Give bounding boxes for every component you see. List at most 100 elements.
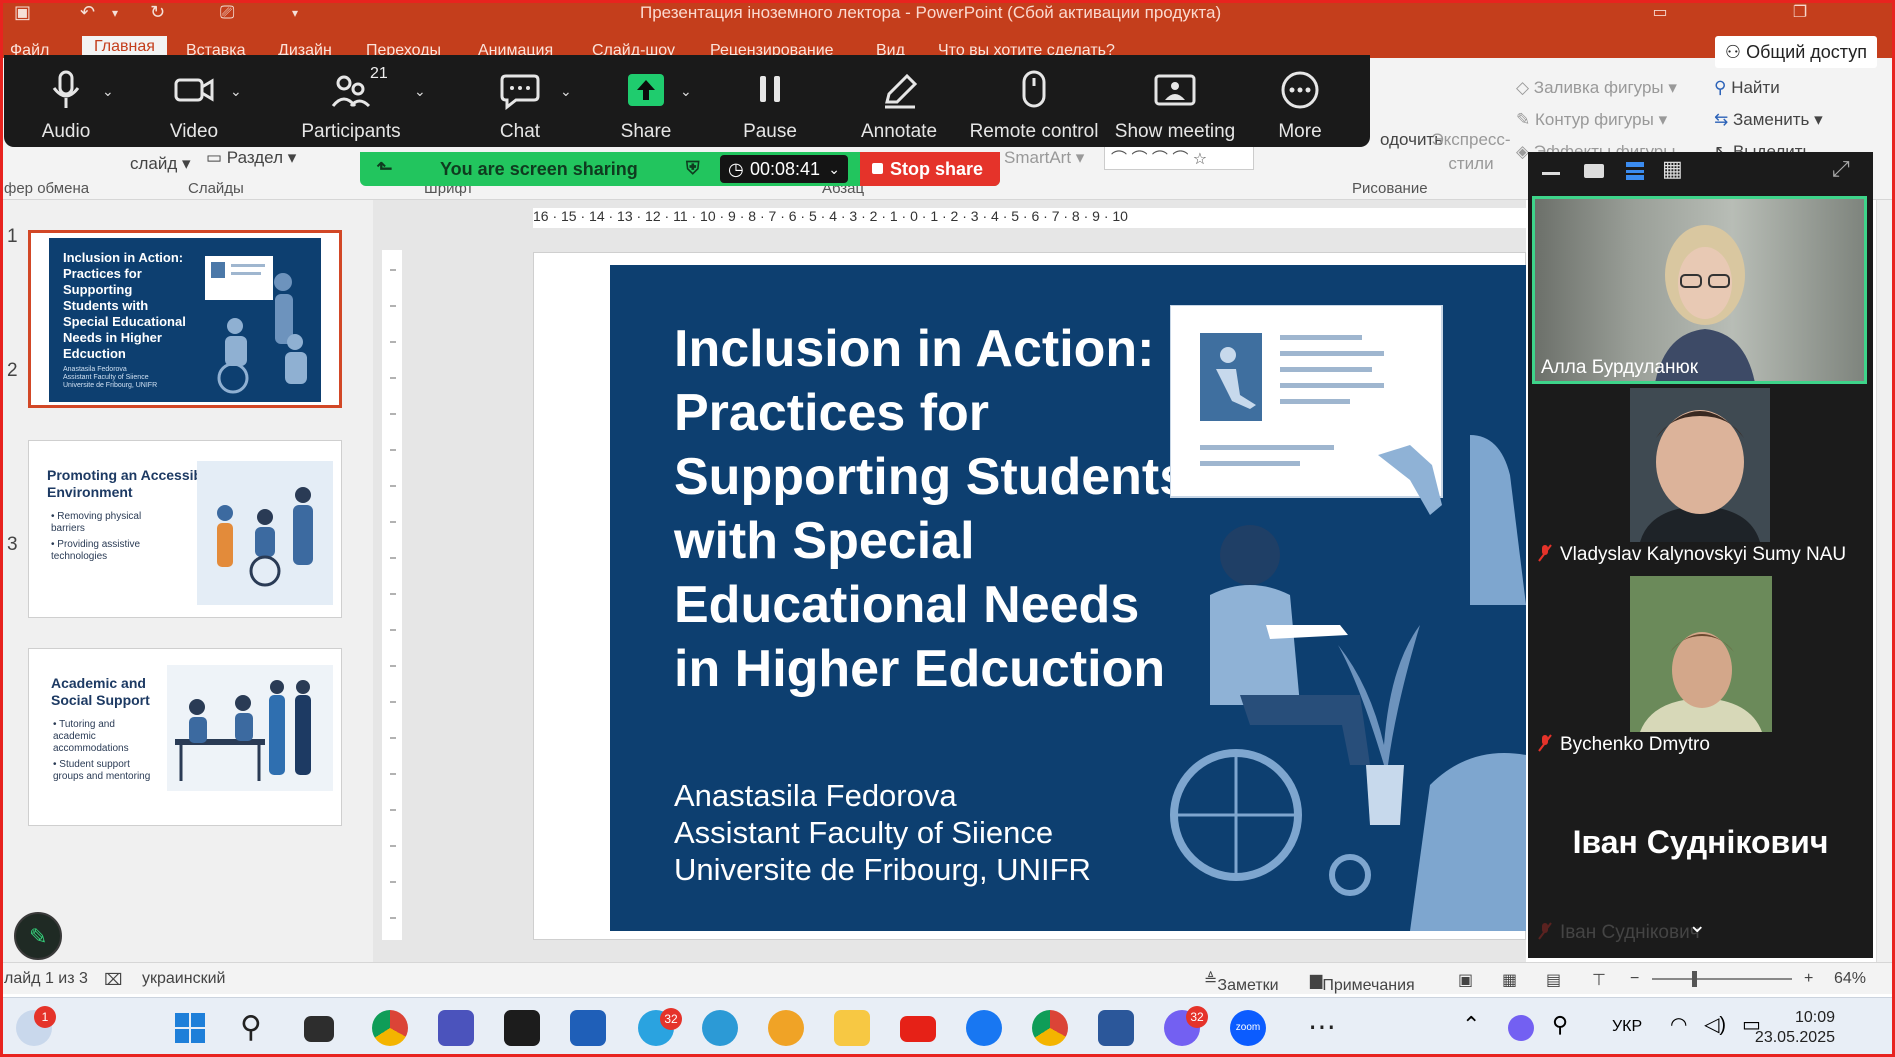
share-options-caret[interactable]: ⌄ — [680, 83, 692, 100]
save-icon[interactable]: ▣ — [14, 2, 31, 23]
shape-outline-button[interactable]: ✎ Контур фигуры ▾ — [1516, 110, 1667, 130]
sharing-status-text: You are screen sharing — [440, 159, 638, 179]
replace-button[interactable]: ⇆ Заменить ▾ — [1714, 110, 1823, 130]
slide-sorter-icon[interactable]: ▦ — [1502, 970, 1517, 990]
system-clock[interactable]: 10:09 23.05.2025 — [1755, 1008, 1835, 1048]
participant-tile[interactable] — [1630, 388, 1770, 542]
comments-button[interactable]: ▆ Примечания — [1310, 970, 1415, 994]
scroll-down-icon[interactable]: ⌄ — [1688, 912, 1706, 938]
file-explorer-icon[interactable] — [834, 1010, 870, 1046]
drag-handle-icon[interactable]: ⬑ — [376, 156, 393, 181]
language-indicator[interactable]: украинский — [142, 970, 225, 988]
pencil-icon — [885, 73, 918, 109]
more-apps-icon[interactable]: ⋯ — [1304, 1010, 1340, 1046]
wifi-icon[interactable]: ◠ — [1670, 1012, 1687, 1037]
undo-icon[interactable]: ↶ — [80, 2, 95, 23]
shape-fill-button[interactable]: ◇ Заливка фигуры ▾ — [1516, 78, 1677, 98]
pause-share-button[interactable]: Pause — [720, 55, 820, 147]
customize-toolbar-icon[interactable]: ▾ — [292, 6, 298, 20]
audio-options-caret[interactable]: ⌄ — [102, 83, 114, 100]
annotate-button[interactable]: Annotate — [844, 55, 954, 147]
start-button[interactable] — [172, 1010, 208, 1046]
task-view-icon[interactable] — [304, 1016, 334, 1042]
participants-options-caret[interactable]: ⌄ — [414, 83, 426, 100]
participant-video-person — [1630, 388, 1770, 542]
share-arrow-icon — [624, 70, 668, 110]
normal-view-icon[interactable]: ▣ — [1458, 970, 1473, 990]
slide-author-block[interactable]: Anastasila Fedorova Assistant Faculty of… — [674, 777, 1091, 888]
video-options-caret[interactable]: ⌄ — [230, 83, 242, 100]
word-icon[interactable] — [1098, 1010, 1134, 1046]
search-icon[interactable]: ⚲ — [240, 1010, 276, 1046]
chat-options-caret[interactable]: ⌄ — [560, 83, 572, 100]
person-add-icon: ⚇ — [1724, 42, 1747, 62]
stop-share-button[interactable]: Stop share — [860, 152, 1000, 186]
slide-title[interactable]: Inclusion in Action: Practices for Suppo… — [674, 317, 1194, 701]
slide-thumbnail-3[interactable]: Academic and Social Support • Tutoring a… — [28, 648, 342, 826]
participants-button[interactable]: 21 ⌄ Participants — [286, 55, 425, 147]
audio-button[interactable]: ⌄ Audio — [16, 55, 116, 147]
zoom-out-icon[interactable]: − — [1630, 970, 1639, 988]
expand-panel-icon[interactable]: ⤢ — [1832, 156, 1850, 182]
spellcheck-icon[interactable]: ⌧ — [104, 970, 122, 990]
new-slide-button[interactable]: слайд ▾ — [130, 154, 191, 174]
zoom-slider-thumb[interactable] — [1692, 971, 1697, 987]
slideshow-view-icon[interactable]: ⊤ — [1592, 970, 1606, 990]
present-icon[interactable]: ⎚ — [220, 2, 234, 23]
share-timer[interactable]: ◷ 00:08:41 ⌄ — [720, 155, 848, 183]
zoom-in-icon[interactable]: + — [1804, 970, 1813, 988]
undo-dropdown-icon[interactable]: ▾ — [112, 6, 118, 20]
timer-dropdown-icon[interactable]: ⌄ — [828, 155, 840, 183]
maximize-icon[interactable]: ❐ — [1770, 0, 1830, 28]
chrome-icon[interactable] — [372, 1010, 408, 1046]
participant-tile-active-speaker[interactable]: Алла Бурдуланюк — [1532, 196, 1867, 384]
shapes-gallery[interactable]: ⌒ ⌒ ⌒ ⌒ ☆ — [1104, 144, 1254, 170]
vpn-icon[interactable] — [768, 1010, 804, 1046]
chrome-profile-icon[interactable] — [1032, 1010, 1068, 1046]
zoom-slider[interactable] — [1652, 978, 1792, 980]
redo-icon[interactable]: ↻ — [150, 2, 165, 23]
mic-tray-icon[interactable]: ⚲ — [1552, 1012, 1568, 1038]
right-scrollbar[interactable] — [1876, 200, 1892, 962]
slide-thumbnail-2[interactable]: Promoting an Accessible Environment • Re… — [28, 440, 342, 618]
share-screen-button[interactable]: ⌄ Share — [596, 55, 696, 147]
video-button[interactable]: ⌄ Video — [144, 55, 244, 147]
teams-icon[interactable] — [438, 1010, 474, 1046]
gallery-view-icon[interactable]: ▦ — [1662, 156, 1683, 182]
section-button[interactable]: ▭ Раздел ▾ — [206, 148, 296, 168]
remote-control-button[interactable]: Remote control — [964, 55, 1104, 147]
more-button[interactable]: More — [1250, 55, 1350, 147]
slide-thumbnail-1[interactable]: Inclusion in Action: Practices for Suppo… — [28, 230, 342, 408]
smartart-button[interactable]: SmartArt ▾ — [1004, 148, 1084, 168]
share-access-button[interactable]: ⚇ Общий доступ — [1714, 36, 1877, 68]
ribbon-display-icon[interactable]: ▭ — [1630, 0, 1690, 28]
speaker-view-icon[interactable] — [1626, 162, 1644, 180]
hidden-icons-chevron[interactable]: ⌃ — [1462, 1012, 1480, 1038]
zoom-app-icon[interactable]: zoom — [1230, 1010, 1266, 1046]
single-view-icon[interactable] — [1584, 164, 1604, 178]
chat-button[interactable]: ⌄ Chat — [470, 55, 572, 147]
current-slide[interactable]: Inclusion in Action: Practices for Suppo… — [610, 265, 1526, 931]
show-meeting-button[interactable]: Show meeting — [1110, 55, 1240, 147]
share-label: Share — [620, 121, 672, 142]
notes-button[interactable]: ≜ Заметки — [1204, 970, 1279, 994]
reading-view-icon[interactable]: ▤ — [1546, 970, 1561, 990]
participant-tile-no-video[interactable]: Іван Суднікович Іван Суднікович ⌄ — [1528, 772, 1873, 954]
participant-tile[interactable] — [1630, 576, 1772, 732]
quick-styles-button[interactable]: Экспресс-стили — [1430, 128, 1512, 176]
edge-icon[interactable] — [702, 1010, 738, 1046]
screen-sharing-banner[interactable]: ⬑ You are screen sharing ⛨ ◷ 00:08:41 ⌄ … — [360, 152, 1000, 186]
find-button[interactable]: ⚲ Найти — [1714, 78, 1780, 98]
viber-tray-icon[interactable] — [1508, 1015, 1534, 1041]
minimize-panel-icon[interactable] — [1542, 172, 1560, 175]
input-language[interactable]: УКР — [1612, 1018, 1642, 1036]
annotate-pen-button[interactable]: ✎ — [14, 912, 62, 960]
youtube-icon[interactable] — [900, 1016, 936, 1042]
store-icon[interactable] — [570, 1010, 606, 1046]
slide-author-university: Universite de Fribourg, UNIFR — [674, 852, 1091, 887]
volume-icon[interactable]: ◁) — [1704, 1012, 1726, 1037]
zoom-level[interactable]: 64% — [1834, 970, 1866, 988]
app-icon[interactable] — [504, 1010, 540, 1046]
share-timer-value: 00:08:41 — [750, 159, 821, 179]
facebook-icon[interactable] — [966, 1010, 1002, 1046]
